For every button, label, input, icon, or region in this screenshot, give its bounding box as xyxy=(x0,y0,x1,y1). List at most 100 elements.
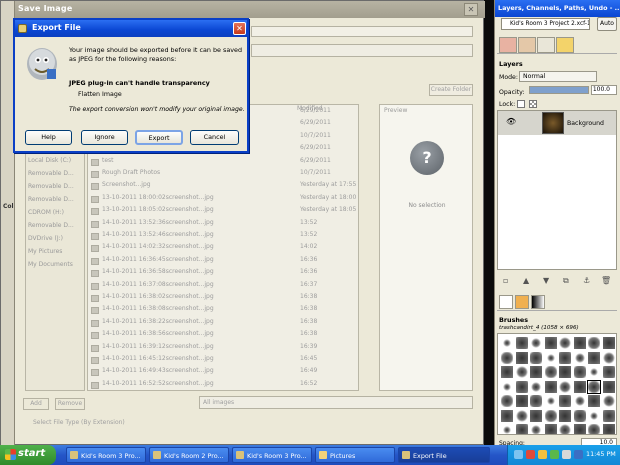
brush-thumbnail[interactable] xyxy=(501,409,513,422)
brush-thumbnail[interactable] xyxy=(602,395,615,407)
place-item[interactable]: My Documents xyxy=(28,261,73,268)
brush-thumbnail[interactable] xyxy=(501,380,513,393)
export-button[interactable]: Export xyxy=(135,130,183,145)
file-row[interactable]: Rough Draft Photos 10/7/2011 xyxy=(88,169,358,181)
brush-thumbnail[interactable] xyxy=(573,395,586,407)
close-icon[interactable]: ✕ xyxy=(464,3,478,16)
brush-thumbnail[interactable] xyxy=(515,424,528,434)
task-kids-room-3[interactable]: Kid's Room 3 Pro... xyxy=(66,447,146,463)
brush-thumbnail[interactable] xyxy=(588,366,600,378)
place-item[interactable]: Removable D... xyxy=(28,170,74,177)
file-row[interactable]: 13-10-2011 18:05:02screenshot...jpg Yeste… xyxy=(88,206,358,218)
file-row[interactable]: 14-10-2011 16:49:43screenshot...jpg 16:49 xyxy=(88,367,358,379)
pattern-tab-icon[interactable] xyxy=(515,295,529,309)
folder-dropdown[interactable] xyxy=(251,44,473,57)
task-kids-room-2[interactable]: Kid's Room 2 Pro... xyxy=(149,447,229,463)
layer-row[interactable]: 👁 Background xyxy=(498,111,616,135)
brush-thumbnail[interactable] xyxy=(602,380,615,393)
brush-thumbnail[interactable] xyxy=(588,395,600,407)
undo-tab-icon[interactable] xyxy=(556,37,574,53)
brush-thumbnail[interactable] xyxy=(501,424,513,434)
brush-thumbnail[interactable] xyxy=(588,409,600,422)
close-icon[interactable]: ✕ xyxy=(233,22,246,35)
select-file-type-expander[interactable]: Select File Type (By Extension) xyxy=(33,419,125,426)
raise-layer-icon[interactable]: ▲ xyxy=(523,276,529,285)
brush-thumbnail[interactable] xyxy=(559,395,571,407)
file-row[interactable]: 14-10-2011 13:52:36screenshot...jpg 13:52 xyxy=(88,219,358,231)
brush-thumbnail[interactable] xyxy=(573,380,586,393)
opacity-slider[interactable] xyxy=(529,86,589,94)
brush-thumbnail[interactable] xyxy=(544,395,557,407)
brush-thumbnail[interactable] xyxy=(544,351,557,364)
eye-icon[interactable]: 👁 xyxy=(506,117,516,126)
file-row[interactable]: 14-10-2011 16:52:52screenshot...jpg 16:52 xyxy=(88,380,358,390)
help-button[interactable]: Help xyxy=(25,130,72,145)
name-field[interactable] xyxy=(251,26,473,37)
brush-thumbnail[interactable] xyxy=(501,351,513,364)
brush-thumbnail[interactable] xyxy=(587,379,601,394)
file-row[interactable]: 14-10-2011 16:38:02screenshot...jpg 16:38 xyxy=(88,293,358,305)
brush-thumbnail[interactable] xyxy=(544,337,557,349)
paths-tab-icon[interactable] xyxy=(537,37,555,53)
brush-thumbnail[interactable] xyxy=(559,351,571,364)
brush-thumbnail[interactable] xyxy=(544,409,557,422)
brush-thumbnail[interactable] xyxy=(544,424,557,434)
file-row[interactable]: 14-10-2011 14:02:32screenshot...jpg 14:02 xyxy=(88,243,358,255)
brush-thumbnail[interactable] xyxy=(515,366,528,378)
create-folder-button[interactable]: Create Folder xyxy=(429,84,473,96)
remove-button[interactable]: Remove xyxy=(55,398,85,410)
file-row[interactable]: 14-10-2011 16:36:58screenshot...jpg 16:36 xyxy=(88,268,358,280)
brush-thumbnail[interactable] xyxy=(588,351,600,364)
brush-thumbnail[interactable] xyxy=(501,337,513,349)
task-pictures[interactable]: Pictures xyxy=(315,447,395,463)
place-item[interactable]: Removable D... xyxy=(28,222,74,229)
brush-thumbnail[interactable] xyxy=(530,337,542,349)
file-row[interactable]: 14-10-2011 16:45:12screenshot...jpg 16:45 xyxy=(88,355,358,367)
delete-layer-icon[interactable]: 🗑 xyxy=(601,276,611,285)
anchor-layer-icon[interactable]: ⚓ xyxy=(583,276,590,285)
place-item[interactable]: CDROM (H:) xyxy=(28,209,64,216)
new-layer-icon[interactable]: ▫ xyxy=(503,276,508,285)
file-row[interactable]: 14-10-2011 16:38:22screenshot...jpg 16:38 xyxy=(88,318,358,330)
auto-button[interactable]: Auto xyxy=(597,17,617,31)
lock-alpha-icon[interactable] xyxy=(529,100,537,108)
file-row[interactable]: 14-10-2011 16:39:12screenshot...jpg 16:39 xyxy=(88,343,358,355)
channels-tab-icon[interactable] xyxy=(518,37,536,53)
brush-thumbnail[interactable] xyxy=(515,409,528,422)
lower-layer-icon[interactable]: ▼ xyxy=(543,276,549,285)
gradient-tab-icon[interactable] xyxy=(531,295,545,309)
lock-pixels-checkbox[interactable] xyxy=(517,100,525,108)
brush-thumbnail[interactable] xyxy=(530,351,542,364)
layers-tab-icon[interactable] xyxy=(499,37,517,53)
place-item[interactable]: DVDrive (J:) xyxy=(28,235,63,242)
mode-dropdown[interactable]: Normal xyxy=(519,71,597,82)
brush-thumbnail[interactable] xyxy=(559,380,571,393)
brush-thumbnail[interactable] xyxy=(515,395,528,407)
file-row[interactable]: Screenshot...jpg Yesterday at 17:55 xyxy=(88,181,358,193)
file-row[interactable]: 14-10-2011 16:37:08screenshot...jpg 16:37 xyxy=(88,281,358,293)
brush-thumbnail[interactable] xyxy=(573,337,586,349)
file-filter-dropdown[interactable]: All images xyxy=(199,396,473,409)
ignore-button[interactable]: Ignore xyxy=(81,130,128,145)
app-tray-icon[interactable] xyxy=(550,450,559,459)
file-row[interactable]: 14-10-2011 16:38:08screenshot...jpg 16:38 xyxy=(88,305,358,317)
brush-thumbnail[interactable] xyxy=(501,366,513,378)
file-row[interactable]: 14-10-2011 16:36:45screenshot...jpg 16:36 xyxy=(88,256,358,268)
brush-thumbnail[interactable] xyxy=(544,366,557,378)
brush-thumbnail[interactable] xyxy=(602,409,615,422)
brush-thumbnail[interactable] xyxy=(530,366,542,378)
brush-thumbnail[interactable] xyxy=(602,351,615,364)
brush-thumbnail[interactable] xyxy=(559,337,571,349)
brush-thumbnail[interactable] xyxy=(530,380,542,393)
brush-thumbnail[interactable] xyxy=(515,337,528,349)
brush-thumbnail[interactable] xyxy=(602,337,615,349)
add-button[interactable]: Add xyxy=(23,398,49,410)
brush-thumbnail[interactable] xyxy=(588,337,600,349)
duplicate-layer-icon[interactable]: ⧉ xyxy=(563,276,569,286)
brush-thumbnail[interactable] xyxy=(573,424,586,434)
network-icon[interactable] xyxy=(514,450,523,459)
brush-thumbnail[interactable] xyxy=(515,380,528,393)
brush-thumbnail[interactable] xyxy=(559,424,571,434)
modified-column-header[interactable]: Modified xyxy=(297,105,323,112)
brush-thumbnail[interactable] xyxy=(573,366,586,378)
